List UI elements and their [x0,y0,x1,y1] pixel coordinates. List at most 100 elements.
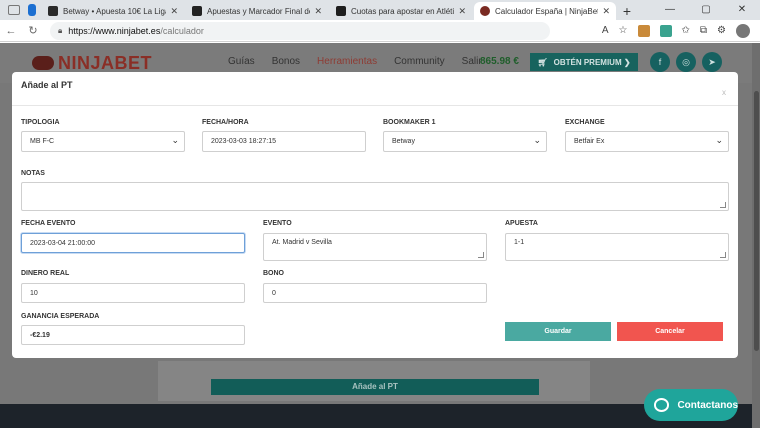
site-favicon-icon [192,6,202,16]
fecha-evento-value: 2023-03-04 21:00:00 [30,239,95,247]
tab-title: Cuotas para apostar en Atlético c [351,6,455,16]
exchange-value: Betfair Ex [574,138,605,145]
menu-item-herramientas[interactable]: Herramientas [317,56,377,67]
apuesta-label: APUESTA [505,220,538,227]
menu-item-community[interactable]: Community [394,56,445,67]
bono-value: 0 [272,289,276,297]
facebook-icon[interactable]: f [650,52,670,72]
address-bar-row: ← ↻ 🔒︎ https://www.ninjabet.es/calculado… [0,20,760,42]
evento-value: At. Madrid v Sevilla [272,239,332,246]
browser-tab-apuestas[interactable]: Apuestas y Marcador Final de At ✕ [186,2,328,20]
close-tab-icon[interactable]: ✕ [602,6,610,17]
back-icon[interactable]: ← [0,25,22,37]
dinero-real-input[interactable]: 10 [21,283,245,303]
lock-icon: 🔒︎ [58,25,63,35]
modal-header: Añade al PT x [12,72,738,106]
fecha-evento-label: FECHA EVENTO [21,220,76,227]
chat-label: Contactanos [677,399,738,411]
minimize-icon[interactable]: — [652,0,688,20]
bookmaker-label: BOOKMAKER 1 [383,119,436,126]
menu-item-salir[interactable]: Salir [462,56,482,67]
tipologia-label: TIPOLOGIA [21,119,60,126]
browser-tab-cuotas[interactable]: Cuotas para apostar en Atlético c ✕ [330,2,472,20]
close-tab-icon[interactable]: ✕ [170,6,178,17]
settings-icon[interactable]: ⚙ [717,25,726,36]
tab-title: Betway • Apuesta 10€ La Liga - F [63,6,166,16]
site-footer [0,404,752,428]
ganancia-value: -€2.19 [30,331,50,339]
exchange-label: EXCHANGE [565,119,605,126]
close-icon[interactable]: x [722,88,726,97]
instagram-icon[interactable]: ◎ [676,52,696,72]
tab-title: Calculador España | NinjaBet.es [495,6,599,16]
evento-label: EVENTO [263,220,292,227]
fecha-hora-input[interactable]: 2023-03-03 18:27:15 [202,131,366,152]
read-aloud-icon[interactable]: A [602,25,609,36]
balance-amount: 865.98 € [480,56,519,67]
ganancia-label: GANANCIA ESPERADA [21,313,100,320]
window-controls: — ▢ ✕ [652,0,760,20]
cart-icon: 🛒︎ [537,57,548,67]
maximize-icon[interactable]: ▢ [688,0,724,20]
bookmaker-value: Betway [392,138,415,145]
tipologia-select[interactable]: MB F-C [21,131,185,152]
modal-title: Añade al PT [21,80,73,90]
save-button[interactable]: Guardar [505,322,611,341]
close-tab-icon[interactable]: ✕ [314,6,322,17]
ganancia-value-field: -€2.19 [21,325,245,345]
logo-text: NINJABET [58,53,153,73]
chat-bubble-icon [654,398,670,412]
menu-item-bonos[interactable]: Bonos [272,56,300,67]
dinero-real-label: DINERO REAL [21,270,70,277]
bono-label: BONO [263,270,284,277]
new-tab-icon[interactable]: + [616,2,638,20]
url-host: https://www.ninjabet.es [68,25,161,36]
apuesta-textarea[interactable]: 1-1 [505,233,729,261]
close-window-icon[interactable]: ✕ [724,0,760,20]
notas-label: NOTAS [21,170,45,177]
profile-avatar[interactable] [736,23,750,38]
telegram-icon[interactable]: ➤ [702,52,722,72]
browser-tab-calculador[interactable]: Calculador España | NinjaBet.es ✕ [474,2,616,20]
exchange-select[interactable]: Betfair Ex [565,131,729,152]
contact-chat-button[interactable]: Contactanos [644,389,738,421]
refresh-icon[interactable]: ↻ [22,24,44,37]
collections-icon[interactable]: ⧉ [700,25,707,36]
betway-favicon-icon [48,6,58,16]
add-to-pt-background-button[interactable]: Añade al PT [211,379,539,395]
site-favicon-icon [336,6,346,16]
close-tab-icon[interactable]: ✕ [458,6,466,17]
ninjabet-favicon-icon [480,6,490,16]
tab-title: Apuestas y Marcador Final de At [207,6,310,16]
premium-label: OBTÉN PREMIUM ❯ [553,57,631,67]
extension-icon[interactable] [637,24,650,37]
dinero-real-value: 10 [30,289,38,297]
bono-input[interactable]: 0 [263,283,487,303]
main-menu: Guías Bonos Herramientas Community Salir [228,56,482,67]
apuesta-value: 1-1 [514,239,525,246]
toolbar-icons: A ☆ ✩ ⧉ ⚙ [602,23,760,38]
ninja-icon [32,56,54,70]
evento-textarea[interactable]: At. Madrid v Sevilla [263,233,487,261]
favorites-icon[interactable]: ✩ [682,25,690,36]
premium-button[interactable]: 🛒︎ OBTÉN PREMIUM ❯ [530,53,638,71]
browser-tab-betway[interactable]: Betway • Apuesta 10€ La Liga - F ✕ [42,2,184,20]
workspaces-icon[interactable] [8,5,20,15]
browser-tab-bar: Betway • Apuesta 10€ La Liga - F ✕ Apues… [0,0,760,20]
tab-actions [0,0,40,20]
vertical-tabs-icon[interactable] [28,4,36,16]
scrollbar-thumb[interactable] [754,91,759,351]
url-path: /calculador [160,25,204,36]
url-field[interactable]: 🔒︎ https://www.ninjabet.es/calculador [50,21,550,40]
bookmaker-select[interactable]: Betway [383,131,547,152]
add-to-pt-modal: Añade al PT x TIPOLOGIA MB F-C FECHA/HOR… [12,72,738,358]
tipologia-value: MB F-C [30,138,55,145]
cancel-button[interactable]: Cancelar [617,322,723,341]
fecha-evento-input[interactable]: 2023-03-04 21:00:00 [21,233,245,253]
notas-textarea[interactable] [21,182,729,211]
favorite-star-icon[interactable]: ☆ [619,25,628,36]
extension-icon[interactable] [659,24,672,37]
menu-item-guias[interactable]: Guías [228,56,255,67]
ninjabet-logo[interactable]: NINJABET [32,53,152,74]
scrollbar[interactable] [752,43,760,428]
